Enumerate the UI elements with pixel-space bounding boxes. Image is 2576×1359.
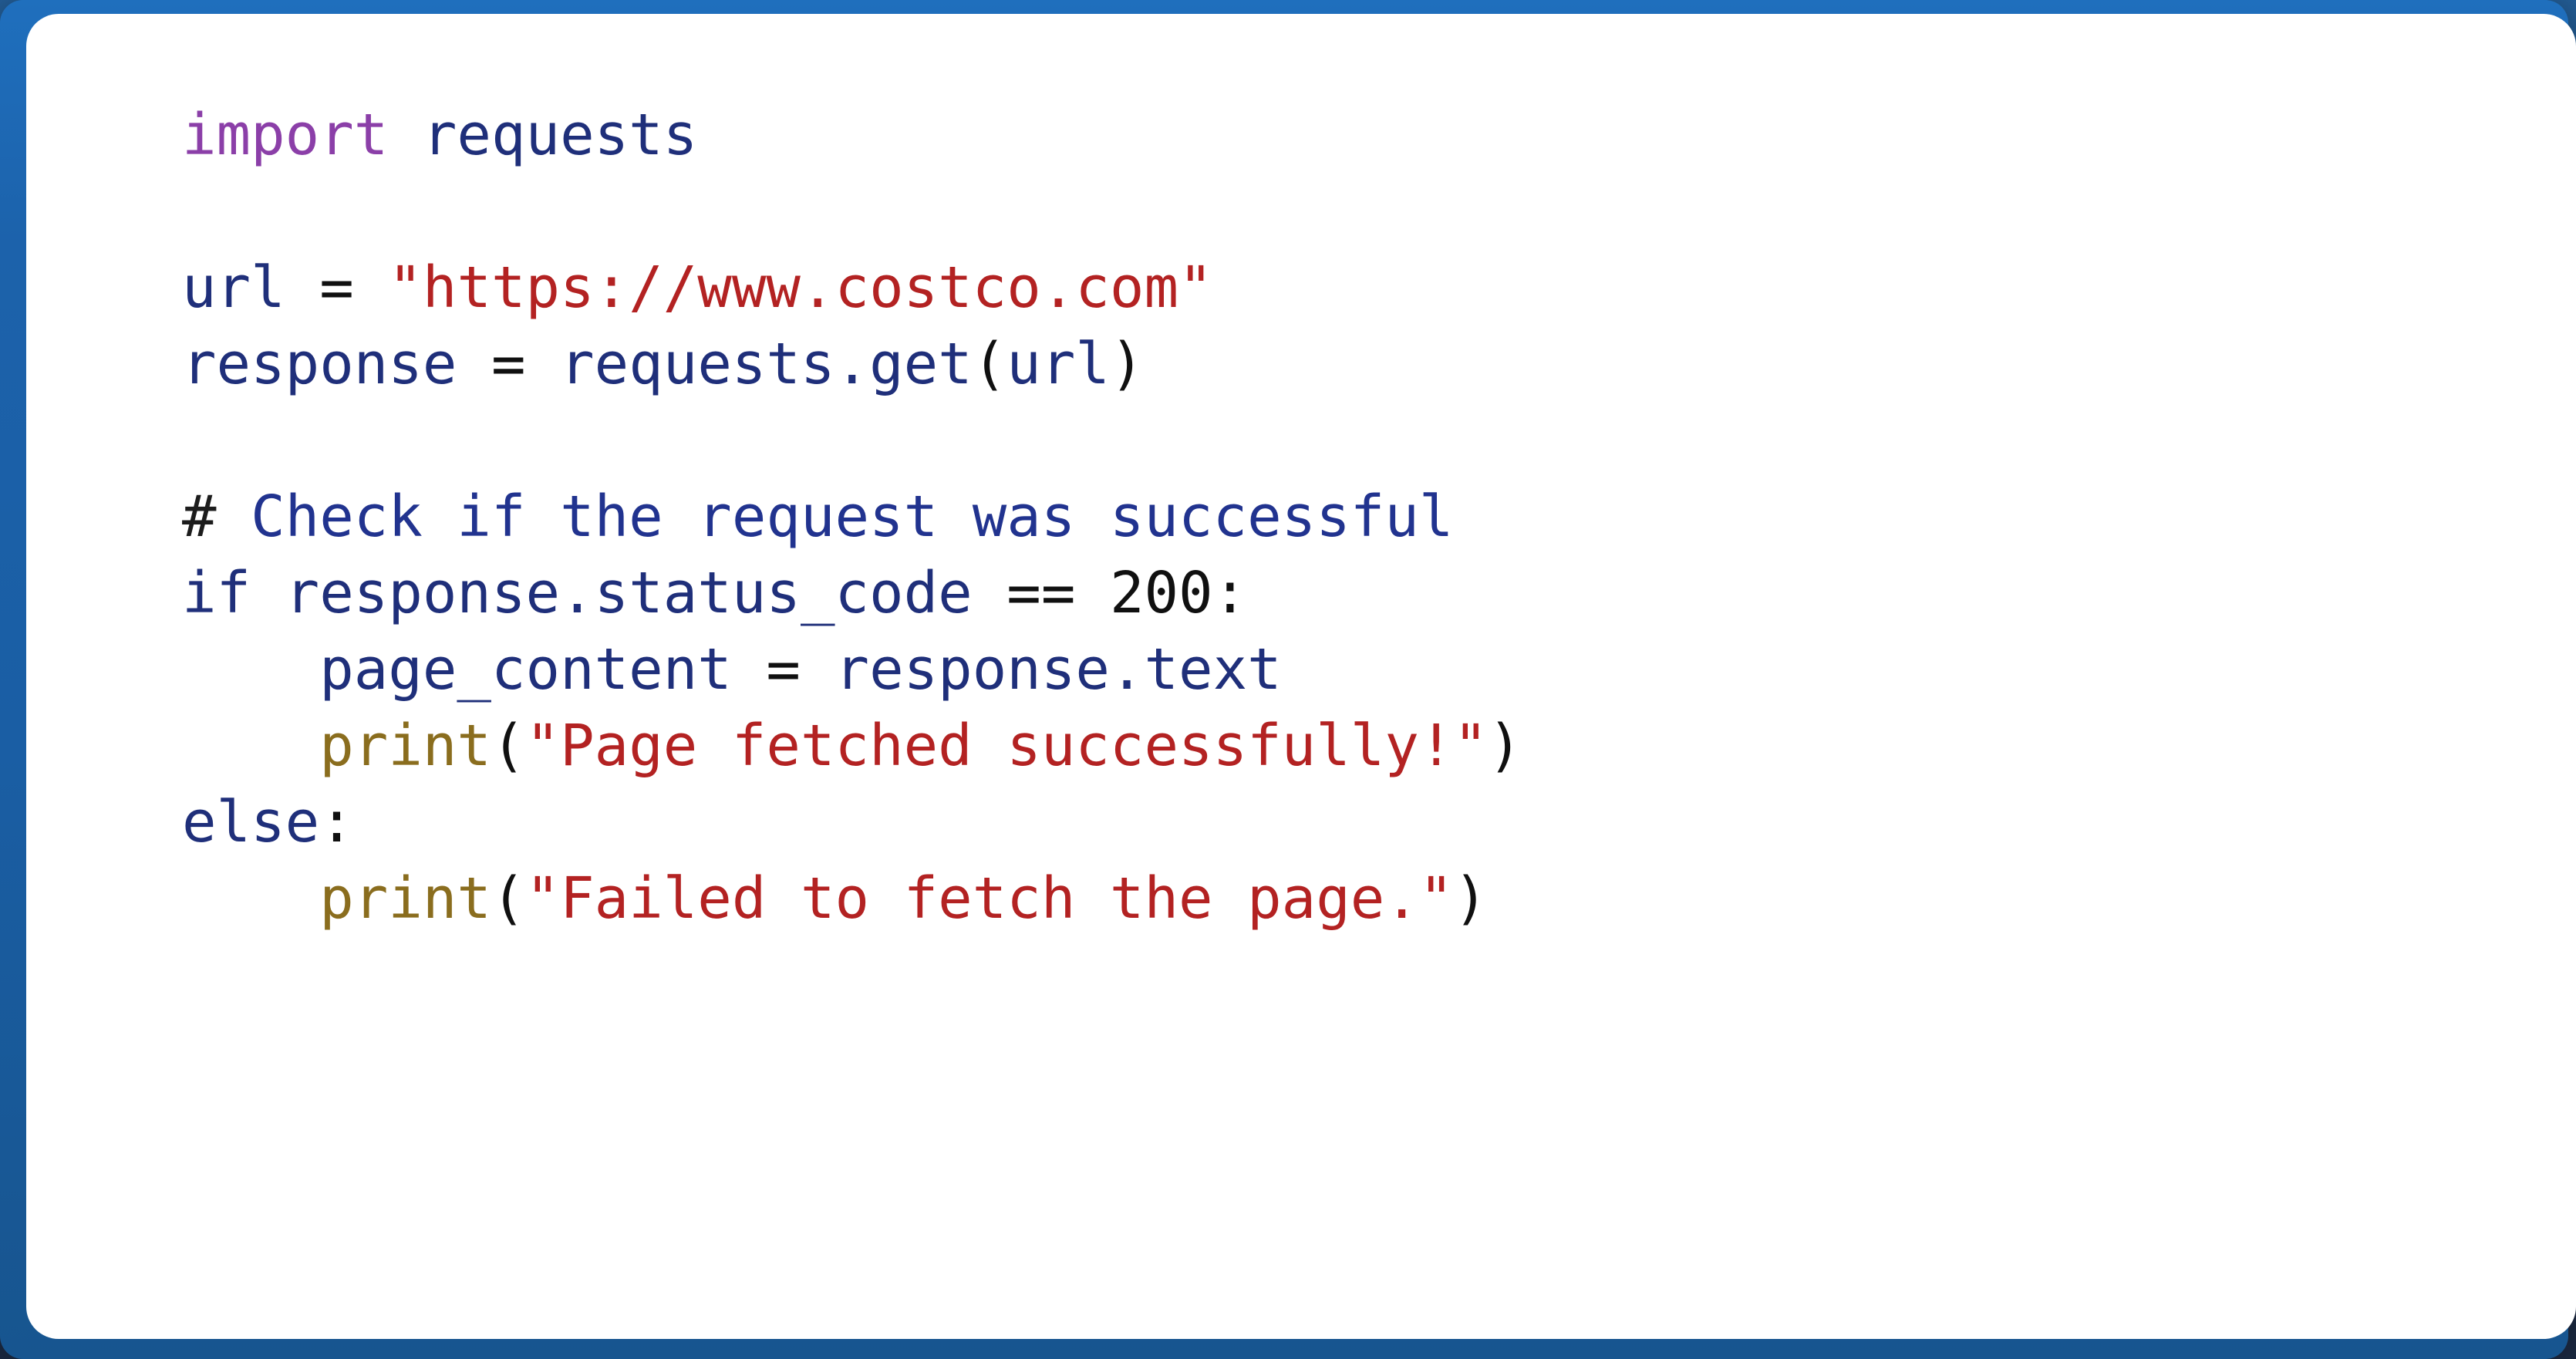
code-panel-frame: import requests url = "https://www.costc… <box>0 0 2576 1359</box>
code-token-op: == <box>1006 560 1076 626</box>
code-token-name: response.text <box>835 636 1282 703</box>
code-token-op: = <box>319 255 354 321</box>
screenshot-root: import requests url = "https://www.costc… <box>0 0 2576 1359</box>
code-token-hash: # <box>182 484 217 550</box>
code-token-name: else <box>182 789 320 855</box>
code-line: page_content = response.text <box>182 632 1522 708</box>
code-card: import requests url = "https://www.costc… <box>26 14 2576 1339</box>
python-code-block[interactable]: import requests url = "https://www.costc… <box>26 71 1522 937</box>
code-token-op: = <box>491 331 526 397</box>
code-line: response = requests.get(url) <box>182 326 1522 403</box>
code-token-name: response <box>182 331 457 397</box>
code-token-punct: ( <box>491 865 526 932</box>
code-token-builtin: print <box>319 713 491 779</box>
code-line: import requests <box>182 97 1522 174</box>
code-line: print("Failed to fetch the page.") <box>182 861 1522 937</box>
code-line: # Check if the request was successful <box>182 479 1522 555</box>
code-token-name: requests.get <box>560 331 973 397</box>
code-token-comment: Check if the request was successful <box>216 484 1454 550</box>
code-token-kw: import <box>182 102 389 168</box>
code-token-punct: ( <box>491 713 526 779</box>
code-token-punct: : <box>1212 560 1248 626</box>
code-token-name: url <box>1006 331 1110 397</box>
code-token-builtin: print <box>319 865 491 932</box>
code-token-punct: ) <box>1488 713 1522 779</box>
code-token-str: "Failed to fetch the page." <box>525 865 1454 932</box>
code-token-name: requests <box>422 102 698 168</box>
code-token-op: = <box>766 636 801 703</box>
code-token-punct: ) <box>1453 865 1489 932</box>
code-line: else: <box>182 784 1522 861</box>
code-token-str: "Page fetched successfully!" <box>525 713 1488 779</box>
code-token-punct: ) <box>1109 331 1145 397</box>
code-line: if response.status_code == 200: <box>182 555 1522 632</box>
code-token-name: url <box>182 255 285 321</box>
code-token-str: "https://www.costco.com" <box>388 255 1213 321</box>
code-token-name: response.status_code <box>285 560 973 626</box>
code-token-punct: : <box>319 789 354 855</box>
code-token-name: page_content <box>182 636 732 703</box>
code-line: print("Page fetched successfully!") <box>182 708 1522 784</box>
code-line: url = "https://www.costco.com" <box>182 250 1522 326</box>
code-token-punct: ( <box>972 331 1007 397</box>
code-token-num: 200 <box>1109 560 1213 626</box>
code-token-name: if <box>182 560 251 626</box>
